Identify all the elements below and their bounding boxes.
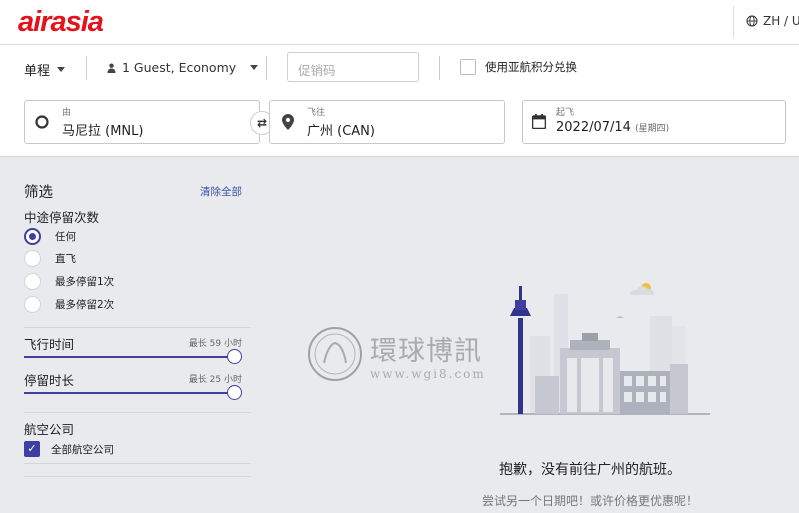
- empty-results-title: 抱歉，没有前往广州的航班。: [499, 462, 681, 478]
- clear-all-link[interactable]: 清除全部: [200, 184, 242, 199]
- stops-option-max1[interactable]: 最多停留1次: [24, 273, 114, 290]
- divider: [266, 56, 267, 80]
- destination-value: 广州 (CAN): [307, 124, 375, 139]
- radio-button[interactable]: [24, 228, 41, 245]
- trip-type-label: 单程: [24, 64, 51, 79]
- stops-option-label: 直飞: [55, 253, 76, 265]
- swap-arrows-icon: ⇄: [256, 116, 268, 130]
- stops-option-direct[interactable]: 直飞: [24, 250, 76, 267]
- stops-option-label: 最多停留2次: [55, 299, 115, 311]
- all-airlines-label: 全部航空公司: [51, 444, 114, 456]
- watermark-title: 環球博訊: [370, 336, 482, 367]
- chevron-down-icon: [57, 67, 66, 72]
- trip-type-dropdown[interactable]: 单程: [24, 60, 66, 79]
- filter-title: 筛选: [24, 185, 53, 201]
- origin-circle-icon: [35, 115, 49, 129]
- promo-code-placeholder: 促销码: [298, 63, 336, 78]
- empty-results-subtitle: 尝试另一个日期吧！或许价格更优惠呢！: [481, 494, 698, 508]
- use-points-checkbox[interactable]: [460, 59, 476, 75]
- passenger-selector[interactable]: 1 Guest, Economy: [107, 60, 259, 75]
- watermark-overlay: 環球博訊 www.wgi8.com: [306, 325, 484, 387]
- person-icon: [107, 63, 116, 73]
- airasia-logo[interactable]: airasia: [18, 6, 104, 39]
- divider: [24, 412, 251, 413]
- flight-time-slider-handle[interactable]: [227, 349, 242, 364]
- search-panel: 单程 1 Guest, Economy 促销码 使用亚航积分兑换 由 马尼拉 (…: [0, 45, 799, 157]
- language-label: ZH / U: [763, 14, 799, 28]
- departure-date-field[interactable]: 起飞 2022/07/14 (星期四): [522, 100, 786, 144]
- language-selector[interactable]: ZH / U: [746, 14, 799, 28]
- watermark-url: www.wgi8.com: [370, 367, 486, 381]
- flight-time-label: 飞行时间: [24, 337, 75, 352]
- divider: [439, 56, 440, 80]
- all-airlines-checkbox[interactable]: ✓: [24, 441, 40, 457]
- location-pin-icon: [282, 114, 294, 130]
- origin-field[interactable]: 由 马尼拉 (MNL): [24, 100, 260, 144]
- radio-button[interactable]: [24, 273, 41, 290]
- passenger-label: 1 Guest, Economy: [122, 60, 237, 75]
- stops-option-any[interactable]: 任何: [24, 228, 76, 245]
- city-skyline-illustration: [500, 283, 710, 415]
- radio-button[interactable]: [24, 250, 41, 267]
- origin-label: 由: [62, 108, 72, 118]
- flight-time-slider-track[interactable]: [24, 356, 235, 358]
- airlines-title: 航空公司: [24, 422, 75, 437]
- globe-icon: [746, 15, 758, 27]
- layover-max: 最长 25 小时: [188, 375, 242, 385]
- promo-code-input[interactable]: 促销码: [287, 52, 419, 82]
- chevron-down-icon: [250, 65, 259, 70]
- divider: [24, 327, 251, 328]
- divider: [24, 476, 251, 477]
- destination-label: 飞往: [307, 108, 326, 118]
- layover-slider-track[interactable]: [24, 392, 235, 394]
- stops-option-label: 最多停留1次: [55, 276, 115, 288]
- divider: [24, 463, 251, 464]
- calendar-icon: [532, 114, 546, 129]
- top-header: airasia ZH / U: [0, 0, 799, 45]
- use-points-label: 使用亚航积分兑换: [485, 60, 577, 74]
- layover-label: 停留时长: [24, 373, 75, 388]
- watermark-seal-icon: [308, 327, 362, 381]
- stops-option-label: 任何: [55, 231, 76, 243]
- departure-weekday: (星期四): [635, 124, 670, 134]
- flight-time-max: 最长 59 小时: [188, 339, 242, 349]
- departure-label: 起飞: [556, 108, 575, 118]
- layover-slider-handle[interactable]: [227, 385, 242, 400]
- stops-title: 中途停留次数: [24, 210, 100, 225]
- origin-value: 马尼拉 (MNL): [62, 124, 144, 139]
- divider: [86, 56, 87, 80]
- use-points-option[interactable]: 使用亚航积分兑换: [460, 59, 577, 75]
- destination-field[interactable]: 飞往 广州 (CAN): [269, 100, 505, 144]
- departure-date-value: 2022/07/14 (星期四): [556, 120, 669, 135]
- header-divider: [733, 6, 734, 38]
- departure-date: 2022/07/14: [556, 120, 631, 135]
- radio-button[interactable]: [24, 296, 41, 313]
- stops-option-max2[interactable]: 最多停留2次: [24, 296, 114, 313]
